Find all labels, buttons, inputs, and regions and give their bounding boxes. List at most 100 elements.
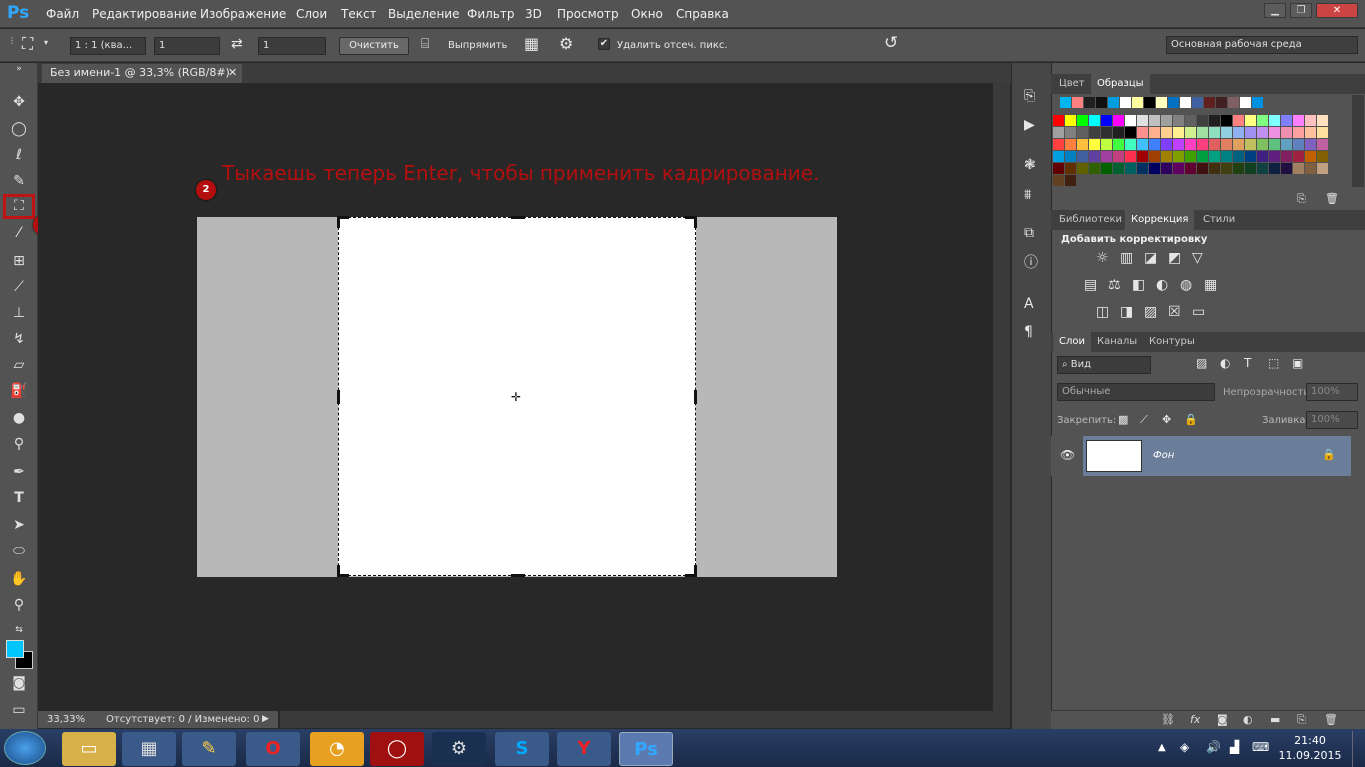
color-swatch[interactable] <box>1257 163 1268 174</box>
color-swatch[interactable] <box>1305 163 1316 174</box>
brush-tool-icon[interactable]: ⟋ <box>5 276 33 298</box>
trash-icon[interactable]: 🗑 <box>1325 193 1339 204</box>
swatches-scrollbar[interactable] <box>1352 95 1364 187</box>
color-swatch[interactable] <box>1257 139 1268 150</box>
lasso-tool-icon[interactable]: ℓ <box>5 144 33 166</box>
color-swatch[interactable] <box>1209 115 1220 126</box>
tab-styles[interactable]: Стили <box>1197 210 1241 230</box>
height-input[interactable]: 1 <box>258 37 326 55</box>
color-swatch[interactable] <box>1185 163 1196 174</box>
eyedropper-tool-icon[interactable]: ⁄ <box>5 222 33 244</box>
adjustment-icon[interactable]: ▨ <box>1144 305 1157 319</box>
menu-file[interactable]: Файл <box>46 7 79 21</box>
color-swatch[interactable] <box>1281 151 1292 162</box>
color-swatch[interactable] <box>1293 151 1304 162</box>
recent-swatch[interactable] <box>1192 97 1203 108</box>
color-swatch[interactable] <box>1317 127 1328 138</box>
language-icon[interactable]: ⌨ <box>1252 740 1269 754</box>
filter-type-icon[interactable]: T <box>1244 357 1251 369</box>
color-swatch[interactable] <box>1125 139 1136 150</box>
recent-swatch[interactable] <box>1180 97 1191 108</box>
color-swatch[interactable] <box>1209 127 1220 138</box>
photoshop-app-icon[interactable]: Ps <box>619 732 673 766</box>
color-swatch[interactable] <box>1221 139 1232 150</box>
color-swatch[interactable] <box>1305 115 1316 126</box>
color-swatch[interactable] <box>1281 127 1292 138</box>
close-button[interactable]: ✕ <box>1316 3 1358 18</box>
marquee-tool-icon[interactable]: ◯ <box>5 118 33 140</box>
color-swatch[interactable] <box>1101 151 1112 162</box>
color-swatch[interactable] <box>1125 163 1136 174</box>
color-swatch[interactable] <box>1065 127 1076 138</box>
horizontal-scrollbar[interactable] <box>280 711 1010 728</box>
color-swatch[interactable] <box>1125 151 1136 162</box>
color-swatch[interactable] <box>1269 139 1280 150</box>
color-swatch[interactable] <box>1185 139 1196 150</box>
color-swatch[interactable] <box>1161 139 1172 150</box>
quick-select-tool-icon[interactable]: ✎ <box>5 170 33 192</box>
screen-mode-icon[interactable]: ▭ <box>5 699 33 721</box>
clock[interactable]: 21:40 11.09.2015 <box>1275 733 1345 763</box>
color-swatch[interactable] <box>1269 115 1280 126</box>
visibility-cell[interactable]: 👁 <box>1051 436 1083 476</box>
color-swatch[interactable] <box>1125 115 1136 126</box>
color-swatch[interactable] <box>1221 163 1232 174</box>
adjustment-icon[interactable]: ▥ <box>1120 251 1133 265</box>
skype-app-icon[interactable]: S <box>495 732 549 766</box>
color-swatch[interactable] <box>1245 115 1256 126</box>
color-swatch[interactable] <box>1149 127 1160 138</box>
recent-swatch[interactable] <box>1072 97 1083 108</box>
color-swatch[interactable] <box>1125 127 1136 138</box>
recent-swatch[interactable] <box>1108 97 1119 108</box>
history-brush-tool-icon[interactable]: ↯ <box>5 328 33 350</box>
color-swatch[interactable] <box>1161 127 1172 138</box>
opacity-input[interactable]: 100% <box>1306 383 1358 401</box>
eraser-tool-icon[interactable]: ▱ <box>5 354 33 376</box>
adjustment-icon[interactable]: ▽ <box>1192 251 1203 265</box>
foreground-color-swatch[interactable] <box>6 640 24 658</box>
ratio-select[interactable]: 1 : 1 (ква... <box>70 37 146 55</box>
color-swatch[interactable] <box>1113 139 1124 150</box>
color-swatch[interactable] <box>1137 139 1148 150</box>
tab-color[interactable]: Цвет <box>1053 74 1091 94</box>
color-swatch[interactable] <box>1137 127 1148 138</box>
color-swatch[interactable] <box>1137 151 1148 162</box>
opera-app-icon[interactable]: O <box>246 732 300 766</box>
stamp-tool-icon[interactable]: ⊥ <box>5 302 33 324</box>
color-swatch[interactable] <box>1185 127 1196 138</box>
color-swatch[interactable] <box>1173 163 1184 174</box>
quick-mask-icon[interactable]: ◙ <box>5 672 33 694</box>
color-swatch[interactable] <box>1317 163 1328 174</box>
adjustment-icon[interactable]: ☒ <box>1168 305 1181 319</box>
crop-handle-bottom-right-v[interactable] <box>694 565 697 577</box>
new-group-icon[interactable]: ▬ <box>1270 713 1280 726</box>
lock-pixels-icon[interactable]: ⟋ <box>1140 414 1148 425</box>
tray-app-icon[interactable]: ◈ <box>1180 740 1189 754</box>
vertical-scrollbar[interactable] <box>993 83 1010 711</box>
add-mask-icon[interactable]: ◙ <box>1217 713 1228 726</box>
recent-swatch[interactable] <box>1132 97 1143 108</box>
brush-settings-icon[interactable]: ❃ <box>1024 158 1036 172</box>
color-swatch[interactable] <box>1173 115 1184 126</box>
filter-adjustment-icon[interactable]: ◐ <box>1220 357 1230 369</box>
color-swatch[interactable] <box>1053 175 1064 186</box>
crop-handle-right[interactable] <box>694 390 697 404</box>
color-swatch[interactable] <box>1185 115 1196 126</box>
color-swatch[interactable] <box>1173 151 1184 162</box>
fx-icon[interactable]: fx <box>1190 713 1200 726</box>
color-swatch[interactable] <box>1161 151 1172 162</box>
recent-swatch[interactable] <box>1216 97 1227 108</box>
tab-swatches[interactable]: Образцы <box>1091 74 1150 94</box>
color-swatch[interactable] <box>1077 115 1088 126</box>
color-swatch[interactable] <box>1221 151 1232 162</box>
color-swatch[interactable] <box>1197 115 1208 126</box>
path-select-tool-icon[interactable]: ➤ <box>5 514 33 536</box>
overlay-grid-icon[interactable]: ▦ <box>524 36 539 52</box>
color-swatch[interactable] <box>1257 115 1268 126</box>
crop-handle-top-right-v[interactable] <box>694 216 697 228</box>
color-swatch[interactable] <box>1077 163 1088 174</box>
adjustment-icon[interactable]: ◫ <box>1096 305 1109 319</box>
move-tool-icon[interactable]: ✥ <box>5 91 33 113</box>
collapse-icon[interactable]: » <box>5 63 33 75</box>
color-swatch[interactable] <box>1269 163 1280 174</box>
